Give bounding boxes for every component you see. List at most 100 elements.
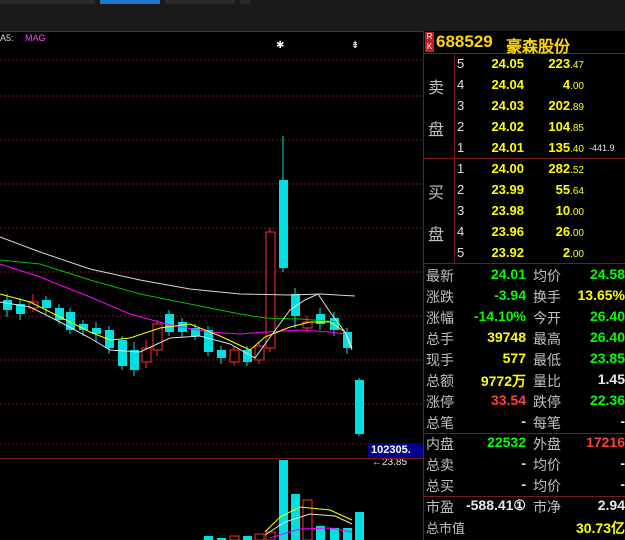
candle-body bbox=[3, 300, 12, 310]
order-volume: 55.64 bbox=[555, 182, 584, 197]
stat-label: 涨停 bbox=[426, 394, 454, 410]
order-price: 24.01 bbox=[491, 140, 524, 155]
stat-value: 23.85 bbox=[589, 350, 625, 366]
quote-stat-row: 市盈 -588.41① 市净 2.94 bbox=[424, 497, 625, 518]
toolbar-tab[interactable] bbox=[240, 0, 250, 4]
stat-label: 量比 bbox=[533, 373, 561, 389]
stat-value: -14.10% bbox=[473, 308, 526, 324]
buy-order-row[interactable]: 2 23.99 55.64 bbox=[424, 182, 625, 203]
rk-badge[interactable]: R K bbox=[425, 32, 434, 52]
quote-stat-row: 涨幅 -14.10% 今开 26.40 bbox=[424, 308, 625, 329]
candle bbox=[130, 342, 139, 376]
order-extra: -441.9 bbox=[589, 143, 615, 153]
book-separator bbox=[424, 263, 625, 264]
volume-separator bbox=[0, 458, 423, 459]
quote-stat-row: 总笔 - 每笔 - bbox=[424, 413, 625, 434]
stat-label: 每笔 bbox=[533, 415, 561, 431]
stat-value: 17216 bbox=[586, 434, 625, 450]
quote-stat-row: 总市值 30.73亿 bbox=[424, 518, 625, 539]
candle bbox=[55, 304, 64, 324]
quote-stat-row: 现手 577 最低 23.85 bbox=[424, 350, 625, 371]
stat-label: 总额 bbox=[426, 373, 454, 389]
candle-body bbox=[130, 350, 139, 370]
stats-separator bbox=[424, 496, 625, 497]
stat-value: 30.73亿 bbox=[575, 520, 625, 536]
volume-bar bbox=[254, 533, 265, 540]
candle-body bbox=[165, 314, 174, 332]
stock-code: 688529 bbox=[436, 32, 493, 51]
order-price: 23.92 bbox=[491, 245, 524, 260]
order-volume: 10.00 bbox=[555, 203, 584, 218]
volume-value-box: 102305. bbox=[368, 443, 423, 458]
stat-value: 33.54 bbox=[490, 392, 526, 408]
candle-body bbox=[229, 349, 240, 363]
stat-label: 最新 bbox=[426, 268, 454, 284]
candle bbox=[152, 320, 163, 356]
stat-label: 最高 bbox=[533, 331, 561, 347]
stat-value: 26.40 bbox=[589, 308, 625, 324]
stat-value: - bbox=[620, 413, 625, 429]
candle bbox=[165, 310, 174, 336]
stat-value: 22532 bbox=[487, 434, 526, 450]
order-price: 24.00 bbox=[491, 161, 524, 176]
stat-label: 市盈 bbox=[426, 499, 454, 515]
order-price: 23.96 bbox=[491, 224, 524, 239]
candle bbox=[254, 342, 265, 364]
stat-label: 总市值 bbox=[426, 521, 466, 536]
kline-chart[interactable]: A5: MAG ✱ ⇟ ←23.85 bbox=[0, 32, 423, 540]
toolbar-tab-active[interactable] bbox=[100, 0, 160, 4]
buy-order-row[interactable]: 1 24.00 282.52 bbox=[424, 161, 625, 182]
candle-body bbox=[279, 180, 288, 268]
stat-value: -588.41① bbox=[465, 497, 526, 513]
buy-order-row[interactable]: 4 23.96 26.00 bbox=[424, 224, 625, 245]
order-price: 24.02 bbox=[491, 119, 524, 134]
sell-order-row[interactable]: 3 24.03 202.89 bbox=[424, 98, 625, 119]
candle bbox=[229, 346, 240, 366]
order-level: 5 bbox=[457, 245, 465, 260]
volume-bars bbox=[204, 460, 364, 540]
quote-stat-row: 总额 9772万 量比 1.45 bbox=[424, 371, 625, 392]
stat-label: 内盘 bbox=[426, 436, 454, 452]
stat-label: 总手 bbox=[426, 331, 454, 347]
toolbar-tab[interactable] bbox=[165, 0, 235, 4]
stat-value: - bbox=[521, 413, 526, 429]
stat-value: - bbox=[620, 455, 625, 471]
sell-order-row[interactable]: 5 24.05 223.47 bbox=[424, 56, 625, 77]
quote-stat-row: 最新 24.01 均价 24.58 bbox=[424, 266, 625, 287]
stat-label: 涨幅 bbox=[426, 310, 454, 326]
quote-stat-row: 涨停 33.54 跌停 22.36 bbox=[424, 392, 625, 413]
stat-value: - bbox=[620, 476, 625, 492]
top-toolbar bbox=[0, 0, 625, 32]
candle bbox=[118, 336, 127, 370]
order-volume: 4.00 bbox=[562, 77, 584, 92]
order-level: 3 bbox=[457, 98, 465, 113]
order-price: 24.03 bbox=[491, 98, 524, 113]
kline-svg bbox=[0, 59, 423, 540]
stat-label: 市净 bbox=[533, 499, 561, 515]
order-volume: 282.52 bbox=[548, 161, 584, 176]
toolbar-tab[interactable] bbox=[0, 0, 95, 4]
sell-order-row[interactable]: 2 24.02 104.85 bbox=[424, 119, 625, 140]
quote-panel: R K 688529 豪森股份 卖 盘 5 24.05 223.47 4 24.04 4.… bbox=[424, 31, 625, 540]
buy-order-row[interactable]: 3 23.98 10.00 bbox=[424, 203, 625, 224]
candle bbox=[3, 294, 12, 317]
order-volume: 104.85 bbox=[548, 119, 584, 134]
stat-value: 24.01 bbox=[490, 266, 526, 282]
stat-label: 均价 bbox=[533, 268, 561, 284]
stat-value: 2.94 bbox=[597, 497, 625, 513]
order-volume: 135.40 bbox=[548, 140, 584, 155]
quote-stat-row: 涨跌 -3.94 换手 13.65% bbox=[424, 287, 625, 308]
stat-value: 13.65% bbox=[577, 287, 625, 303]
volume-bar bbox=[355, 512, 364, 540]
quote-header: R K 688529 豪森股份 bbox=[424, 31, 625, 56]
moving-average-lines bbox=[0, 236, 356, 359]
stat-label: 均价 bbox=[533, 478, 561, 494]
candle bbox=[217, 346, 226, 364]
stat-label: 现手 bbox=[426, 352, 454, 368]
order-price: 24.05 bbox=[491, 56, 524, 71]
stat-value: -3.94 bbox=[494, 287, 526, 303]
sell-order-row[interactable]: 4 24.04 4.00 bbox=[424, 77, 625, 98]
stat-label: 均价 bbox=[533, 457, 561, 473]
stat-label: 跌停 bbox=[533, 394, 561, 410]
order-level: 2 bbox=[457, 119, 465, 134]
